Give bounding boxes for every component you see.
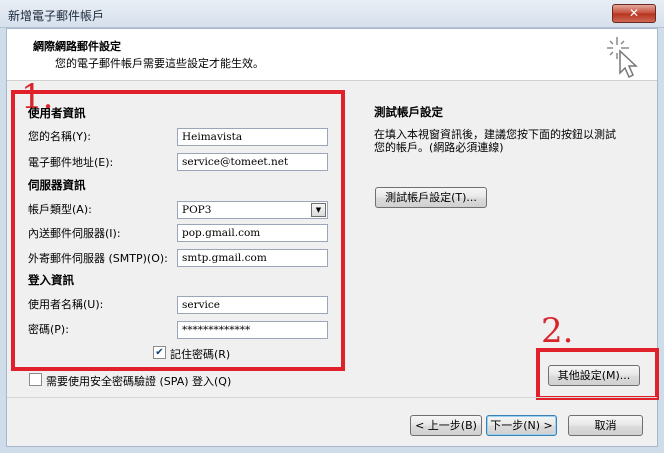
password-label: 密碼(P): [28,323,69,336]
next-button[interactable]: 下一步(N) > [486,415,557,436]
cancel-button[interactable]: 取消 [568,415,643,436]
spa-label: 需要使用安全密碼驗證 (SPA) 登入(Q) [46,375,232,388]
account-type-select[interactable]: POP3 ▼ [177,201,328,219]
outgoing-server-label: 外寄郵件伺服器 (SMTP)(O): [28,252,168,265]
chevron-down-icon[interactable]: ▼ [311,203,326,217]
title-bar: 新增電子郵件帳戶 ✕ [0,0,664,28]
user-info-heading: 使用者資訊 [28,106,86,120]
wizard-cursor-icon [607,37,638,79]
account-type-value: POP3 [182,204,212,216]
annotation-step-2: 2. [541,311,574,351]
test-description-line-2: 您的帳戶。(網路必須連線) [374,141,504,154]
email-label: 電子郵件地址(E): [28,156,114,169]
password-input[interactable]: ************* [177,321,328,339]
footer-divider [7,397,657,398]
login-info-heading: 登入資訊 [28,273,74,287]
incoming-server-label: 內送郵件伺服器(I): [28,227,121,240]
spa-checkbox[interactable] [29,373,42,386]
header-title: 網際網路郵件設定 [33,40,121,53]
email-input[interactable]: service@tomeet.net [177,153,328,171]
dialog-body: 網際網路郵件設定 您的電子郵件帳戶需要這些設定才能生效。 1. 使用者資訊 您的… [6,28,659,447]
remember-password-checkbox[interactable]: ✔ [153,346,166,359]
name-label: 您的名稱(Y): [28,130,92,143]
back-button[interactable]: < 上一步(B) [410,415,482,436]
account-type-label: 帳戶類型(A): [28,203,92,216]
dialog-header: 網際網路郵件設定 您的電子郵件帳戶需要這些設定才能生效。 [7,29,657,81]
close-button[interactable]: ✕ [612,4,656,23]
username-label: 使用者名稱(U): [28,298,104,311]
test-account-settings-button[interactable]: 測試帳戶設定(T)... [375,187,487,208]
server-info-heading: 伺服器資訊 [28,178,86,192]
outgoing-server-input[interactable]: smtp.gmail.com [177,249,328,267]
username-input[interactable]: service [177,296,328,314]
test-settings-heading: 測試帳戶設定 [374,105,443,119]
remember-password-label: 記住密碼(R) [170,348,231,361]
window-frame: 網際網路郵件設定 您的電子郵件帳戶需要這些設定才能生效。 1. 使用者資訊 您的… [0,28,664,453]
window-title: 新增電子郵件帳戶 [8,9,105,23]
name-input[interactable]: Heimavista [177,128,328,146]
incoming-server-input[interactable]: pop.gmail.com [177,224,328,242]
more-settings-button[interactable]: 其他設定(M)... [548,365,640,386]
header-subtitle: 您的電子郵件帳戶需要這些設定才能生效。 [55,57,264,70]
